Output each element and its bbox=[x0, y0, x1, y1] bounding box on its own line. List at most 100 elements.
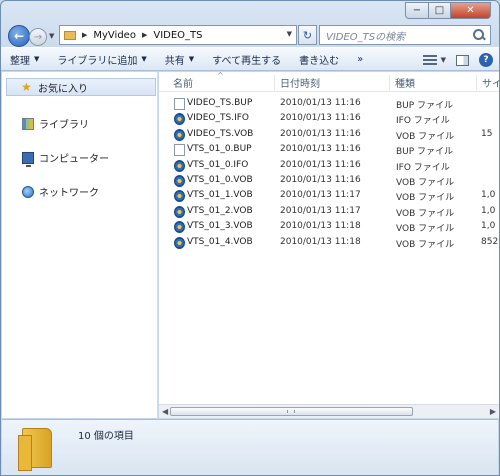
vlc-icon bbox=[174, 205, 185, 218]
vlc-icon bbox=[174, 113, 185, 126]
nav-item-libraries[interactable]: ライブラリ bbox=[22, 116, 89, 131]
file-row[interactable]: VTS_01_3.VOB 2010/01/13 11:18 VOB ファイル 1,0 bbox=[159, 220, 499, 235]
file-name: VIDEO_TS.VOB bbox=[187, 128, 254, 139]
minimize-button[interactable]: − bbox=[405, 2, 429, 19]
file-type: IFO ファイル bbox=[396, 116, 450, 127]
help-icon[interactable]: ? bbox=[479, 53, 493, 67]
file-type: VOB ファイル bbox=[396, 224, 455, 235]
file-list: ^ 名前 日付時刻 種類 サイ VIDEO_TS.BUP 2010/01/13 1… bbox=[159, 72, 499, 418]
breadcrumb-video-ts[interactable]: VIDEO_TS bbox=[153, 30, 202, 41]
column-headers: ^ 名前 日付時刻 種類 サイ bbox=[159, 72, 499, 92]
organize-label: 整理 bbox=[10, 55, 30, 67]
item-count: 10 個の項目 bbox=[78, 431, 134, 442]
recent-pages-dropdown[interactable]: ▼ bbox=[49, 32, 54, 40]
refresh-icon: ↻ bbox=[302, 28, 313, 42]
file-name: VTS_01_0.VOB bbox=[187, 174, 253, 185]
file-row[interactable]: VIDEO_TS.IFO 2010/01/13 11:16 IFO ファイル bbox=[159, 112, 499, 127]
file-date: 2010/01/13 11:16 bbox=[280, 128, 361, 139]
nav-libraries-label: ライブラリ bbox=[39, 120, 89, 131]
preview-pane-icon[interactable] bbox=[456, 54, 469, 66]
change-view-icon[interactable] bbox=[422, 55, 437, 65]
file-row[interactable]: VTS_01_0.BUP 2010/01/13 11:16 BUP ファイル bbox=[159, 143, 499, 158]
more-commands-button[interactable]: » bbox=[348, 48, 372, 70]
file-date: 2010/01/13 11:18 bbox=[280, 236, 361, 247]
maximize-button[interactable]: □ bbox=[429, 2, 451, 19]
caption-buttons: − □ ✕ bbox=[405, 2, 491, 19]
file-size: 1,0 bbox=[481, 205, 496, 216]
play-all-button[interactable]: すべて再生する bbox=[203, 48, 290, 70]
details-pane: 10 個の項目 bbox=[2, 419, 498, 475]
file-rows: VIDEO_TS.BUP 2010/01/13 11:16 BUP ファイル VIDE… bbox=[159, 97, 499, 251]
nav-item-computer[interactable]: コンピューター bbox=[22, 150, 109, 167]
vlc-icon bbox=[174, 221, 185, 234]
file-type: BUP ファイル bbox=[396, 147, 454, 158]
close-button[interactable]: ✕ bbox=[451, 2, 491, 19]
file-name: VIDEO_TS.BUP bbox=[187, 98, 253, 108]
file-size: 1,0 bbox=[481, 221, 496, 232]
share-label: 共有 bbox=[164, 55, 185, 67]
nav-item-network[interactable]: ネットワーク bbox=[22, 184, 99, 199]
chevron-down-icon: ▼ bbox=[188, 55, 195, 63]
back-button[interactable]: ← bbox=[8, 25, 30, 47]
scroll-right-arrow[interactable]: ▶ bbox=[490, 407, 496, 416]
file-type: IFO ファイル bbox=[396, 162, 450, 173]
explorer-window: − □ ✕ ← → ▼ ▶ MyVideo ▶ VIDEO_TS ▼ ↻ VID… bbox=[0, 0, 500, 476]
file-type: VOB ファイル bbox=[396, 131, 455, 142]
file-name: VTS_01_4.VOB bbox=[187, 236, 253, 247]
file-row[interactable]: VTS_01_4.VOB 2010/01/13 11:18 VOB ファイル 852 bbox=[159, 236, 499, 251]
refresh-button[interactable]: ↻ bbox=[298, 25, 317, 45]
scrollbar-thumb[interactable] bbox=[170, 407, 413, 416]
file-row[interactable]: VIDEO_TS.VOB 2010/01/13 11:16 VOB ファイル 15 bbox=[159, 128, 499, 143]
file-row[interactable]: VTS_01_2.VOB 2010/01/13 11:17 VOB ファイル 1,0 bbox=[159, 205, 499, 220]
folder-icon bbox=[18, 428, 52, 471]
command-bar: 整理 ▼ ライブラリに追加 ▼ 共有 ▼ すべて再生する 書き込む » ▼ ? bbox=[1, 47, 499, 71]
vlc-icon bbox=[174, 236, 185, 249]
search-placeholder: VIDEO_TSの検索 bbox=[326, 31, 406, 43]
network-icon bbox=[22, 185, 34, 198]
breadcrumb-separator[interactable]: ▶ bbox=[142, 31, 147, 39]
file-name: VTS_01_1.VOB bbox=[187, 190, 253, 201]
share-button[interactable]: 共有 ▼ bbox=[156, 48, 203, 70]
scrollbar-grip bbox=[287, 410, 295, 413]
address-bar[interactable]: ▶ MyVideo ▶ VIDEO_TS ▼ bbox=[59, 25, 297, 45]
file-type: VOB ファイル bbox=[396, 177, 455, 188]
nav-item-favorites[interactable]: ★ お気に入り bbox=[6, 78, 156, 96]
file-row[interactable]: VTS_01_0.IFO 2010/01/13 11:16 IFO ファイル bbox=[159, 159, 499, 174]
play-all-label: すべて再生する bbox=[212, 55, 282, 67]
add-to-library-button[interactable]: ライブラリに追加 ▼ bbox=[48, 48, 155, 70]
burn-button[interactable]: 書き込む bbox=[290, 48, 348, 70]
file-name: VIDEO_TS.IFO bbox=[187, 113, 249, 124]
file-date: 2010/01/13 11:16 bbox=[280, 144, 361, 155]
file-type: VOB ファイル bbox=[396, 208, 455, 219]
chevron-down-icon: ▼ bbox=[141, 55, 147, 63]
file-type: BUP ファイル bbox=[396, 101, 454, 111]
column-header-size[interactable]: サイ bbox=[478, 75, 499, 90]
forward-button[interactable]: → bbox=[29, 28, 47, 46]
vlc-icon bbox=[174, 128, 185, 141]
view-options-dropdown[interactable]: ▼ bbox=[441, 56, 446, 64]
address-dropdown[interactable]: ▼ bbox=[287, 30, 292, 38]
star-icon: ★ bbox=[21, 80, 32, 94]
file-size: 852 bbox=[481, 236, 499, 247]
file-row[interactable]: VIDEO_TS.BUP 2010/01/13 11:16 BUP ファイル bbox=[159, 97, 499, 112]
file-row[interactable]: VTS_01_1.VOB 2010/01/13 11:17 VOB ファイル 1,0 bbox=[159, 189, 499, 204]
nav-network-label: ネットワーク bbox=[39, 188, 99, 199]
burn-label: 書き込む bbox=[299, 55, 340, 67]
column-header-date[interactable]: 日付時刻 bbox=[276, 75, 390, 90]
computer-icon bbox=[22, 151, 34, 167]
file-type: VOB ファイル bbox=[396, 239, 455, 250]
search-input[interactable]: VIDEO_TSの検索 bbox=[319, 25, 491, 45]
file-size: 15 bbox=[481, 128, 493, 139]
scroll-left-arrow[interactable]: ◀ bbox=[162, 407, 168, 416]
breadcrumb-separator[interactable]: ▶ bbox=[82, 31, 87, 39]
breadcrumb-myvideo[interactable]: MyVideo bbox=[93, 30, 136, 41]
file-row[interactable]: VTS_01_0.VOB 2010/01/13 11:16 VOB ファイル bbox=[159, 174, 499, 189]
column-header-type[interactable]: 種類 bbox=[391, 75, 477, 90]
organize-button[interactable]: 整理 ▼ bbox=[1, 48, 48, 70]
column-header-name[interactable]: 名前 bbox=[169, 75, 275, 90]
file-date: 2010/01/13 11:16 bbox=[280, 98, 361, 108]
horizontal-scrollbar[interactable]: ◀ ▶ bbox=[159, 404, 499, 418]
file-date: 2010/01/13 11:16 bbox=[280, 159, 361, 170]
file-name: VTS_01_2.VOB bbox=[187, 205, 253, 216]
file-date: 2010/01/13 11:16 bbox=[280, 174, 361, 185]
